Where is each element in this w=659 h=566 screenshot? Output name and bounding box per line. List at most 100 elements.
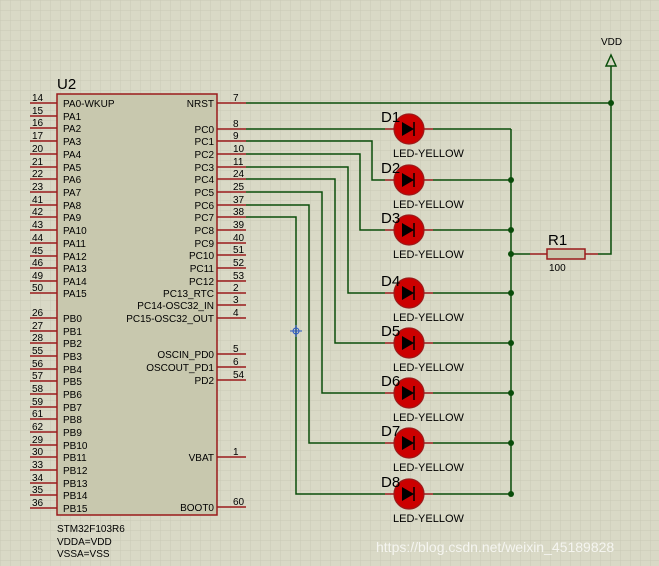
pin-number: 50 (32, 283, 44, 294)
pin-name: PA9 (63, 213, 82, 224)
pin-name: PA3 (63, 137, 82, 148)
pin-name: PB15 (63, 504, 88, 515)
microcontroller-u2[interactable]: U2 STM32F103R6 VDDA=VDD VSSA=VSS 14PA0-W… (30, 76, 246, 560)
pin-name: BOOT0 (180, 503, 214, 514)
pin-number: 10 (233, 144, 245, 155)
led-ref: D8 (381, 474, 400, 491)
led-ref: D1 (381, 109, 400, 126)
pin-number: 20 (32, 144, 44, 155)
pin-number: 24 (233, 169, 245, 180)
pin-name: PB10 (63, 441, 88, 452)
pin-name: PB3 (63, 352, 82, 363)
pin-number: 30 (32, 447, 44, 458)
pin-number: 1 (233, 447, 239, 458)
pin-number: 8 (233, 119, 239, 130)
pin-name: PA8 (63, 201, 82, 212)
pin-name: PB1 (63, 327, 82, 338)
pin-number: 59 (32, 397, 44, 408)
resistor-body[interactable] (546, 248, 586, 260)
pin-number: 33 (32, 460, 44, 471)
chip-note-vssa: VSSA=VSS (57, 549, 110, 560)
led-part: LED-YELLOW (393, 312, 465, 324)
pin-name: PA0-WKUP (63, 99, 115, 110)
pin-number: 58 (32, 384, 44, 395)
pin-number: 61 (32, 409, 44, 420)
pin-number: 9 (233, 131, 239, 142)
pin-number: 62 (32, 422, 44, 433)
pin-name: PA15 (63, 289, 87, 300)
pin-name: PD2 (195, 376, 215, 387)
pin-name: PB0 (63, 314, 82, 325)
pin-name: PB5 (63, 377, 82, 388)
pin-name: PA14 (63, 277, 87, 288)
pin-name: PB11 (63, 453, 87, 464)
led-part: LED-YELLOW (393, 412, 465, 424)
pin-name: PA2 (63, 124, 82, 135)
pin-number: 53 (233, 271, 245, 282)
pin-number: 37 (233, 195, 245, 206)
pin-name: PA13 (63, 264, 87, 275)
pin-name: OSCIN_PD0 (157, 350, 214, 361)
pin-name: PB14 (63, 491, 88, 502)
pin-number: 43 (32, 220, 44, 231)
pin-number: 44 (32, 233, 44, 244)
pin-number: 60 (233, 497, 245, 508)
led-part: LED-YELLOW (393, 199, 465, 211)
pin-number: 4 (233, 308, 239, 319)
pin-number: 16 (32, 118, 44, 129)
pin-name: PA10 (63, 226, 87, 237)
pin-name: PA7 (63, 188, 82, 199)
pin-number: 27 (32, 321, 44, 332)
junction-dot (608, 100, 614, 106)
pin-number: 25 (233, 182, 245, 193)
pin-number: 54 (233, 370, 245, 381)
pin-name: PA5 (63, 163, 82, 174)
pin-number: 46 (32, 258, 44, 269)
pin-name: PC12 (189, 277, 214, 288)
led-ref: D3 (381, 210, 400, 227)
pin-number: 22 (32, 169, 44, 180)
pin-name: PC7 (195, 213, 215, 224)
pin-number: 41 (32, 195, 44, 206)
junction-dot (508, 251, 514, 257)
pin-name: PC0 (195, 125, 215, 136)
vdd-label: VDD (601, 37, 622, 48)
pin-name: PA4 (63, 150, 82, 161)
led-ref: D7 (381, 423, 400, 440)
pin-name: PC15-OSC32_OUT (126, 314, 214, 325)
pin-name: PC6 (195, 201, 215, 212)
led-part: LED-YELLOW (393, 249, 465, 261)
pin-number: 34 (32, 473, 44, 484)
pin-name: PB12 (63, 466, 88, 477)
pin-name: PB2 (63, 339, 82, 350)
led-part: LED-YELLOW (393, 362, 465, 374)
pin-number: 52 (233, 258, 245, 269)
pin-number: 38 (233, 207, 245, 218)
pin-number: 56 (32, 359, 44, 370)
pin-name: VBAT (189, 453, 214, 464)
pin-number: 49 (32, 271, 44, 282)
pin-number: 26 (32, 308, 44, 319)
pin-name: PB7 (63, 403, 82, 414)
pin-number: 40 (233, 233, 245, 244)
pin-number: 11 (233, 157, 244, 168)
led-part: LED-YELLOW (393, 148, 465, 160)
pin-name: PC5 (195, 188, 215, 199)
pin-name: OSCOUT_PD1 (146, 363, 214, 374)
pin-number: 55 (32, 346, 44, 357)
pin-number: 21 (32, 157, 44, 168)
pin-name: PC1 (195, 137, 215, 148)
pin-name: PB8 (63, 415, 82, 426)
pin-name: NRST (187, 99, 214, 110)
pin-number: 5 (233, 344, 239, 355)
pin-name: PC3 (195, 163, 215, 174)
chip-ref: U2 (57, 76, 76, 93)
led-ref: D4 (381, 273, 400, 290)
pin-number: 3 (233, 295, 239, 306)
pin-number: 39 (233, 220, 245, 231)
led-ref: D5 (381, 323, 400, 340)
watermark: https://blog.csdn.net/weixin_45189828 (376, 539, 614, 555)
pin-name: PC4 (195, 175, 215, 186)
pin-name: PC9 (195, 239, 215, 250)
schematic-canvas: U2 STM32F103R6 VDDA=VDD VSSA=VSS 14PA0-W… (0, 0, 659, 566)
